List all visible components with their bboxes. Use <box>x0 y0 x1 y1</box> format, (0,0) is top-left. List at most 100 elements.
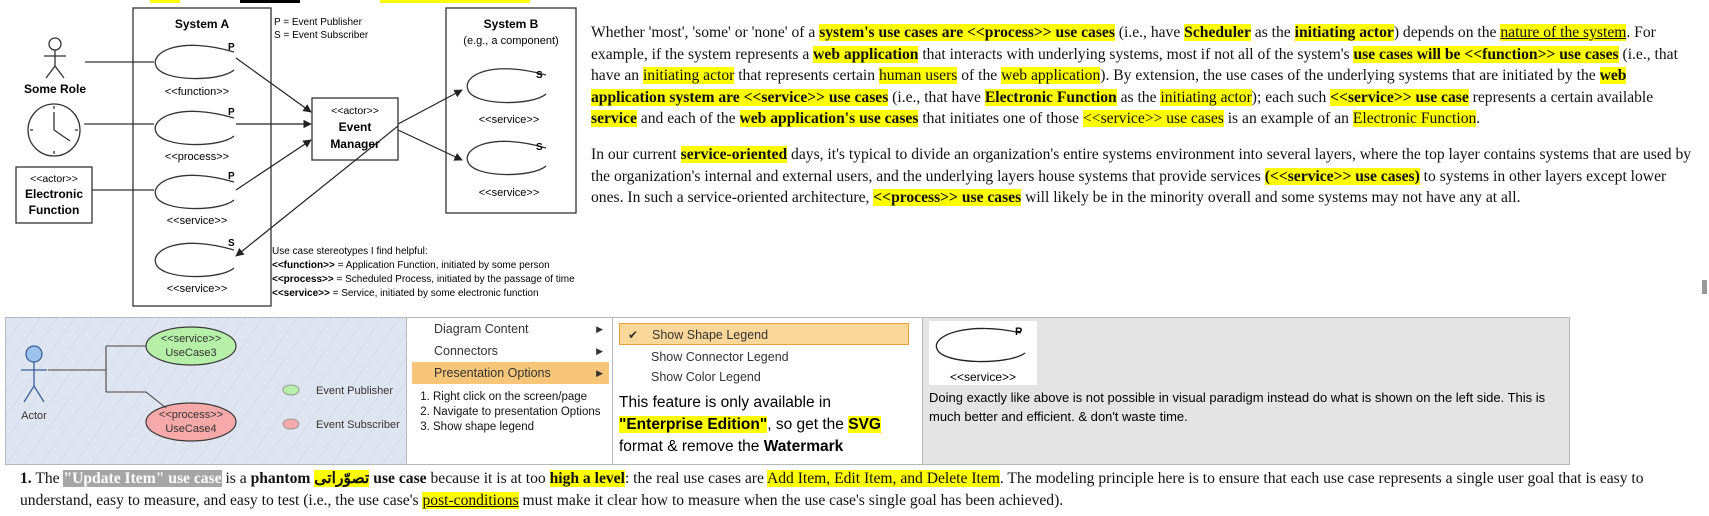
text-segment: post-conditions <box>422 491 519 509</box>
step-2: Navigate to presentation Options <box>433 405 601 420</box>
use-case-process <box>154 110 235 146</box>
bottom-note: 1. The "Update Item" use case is a phant… <box>20 468 1690 511</box>
text-segment: تصوّراتی <box>314 470 370 487</box>
text-segment: and each of the <box>636 110 740 128</box>
menu-presentation-options-label: Presentation Options <box>434 366 551 380</box>
text-segment: nature of the system <box>1500 24 1627 41</box>
actor-connectors <box>84 61 154 191</box>
system-b-use-case-1 <box>466 68 547 104</box>
text-segment: is a <box>221 470 251 487</box>
note-function: <<function>> = Application Function, ini… <box>272 260 550 271</box>
text-segment: that represents certain <box>734 67 879 85</box>
option-show-color-legend[interactable]: Show Color Legend <box>619 366 909 388</box>
text-segment: use case <box>369 470 427 487</box>
text-segment: ) depends on the <box>1393 24 1501 41</box>
vp-process-stereo: <<process>> <box>159 409 223 421</box>
event-manager-line1: Event <box>339 120 372 134</box>
enterprise-feature-note: This feature is only available in "Enter… <box>619 392 919 458</box>
text-segment: In our current <box>591 145 681 163</box>
text-segment: : the real use cases are <box>624 470 767 487</box>
text-segment: initiating actor <box>1294 24 1394 41</box>
use-case-function-label: <<function>> <box>165 86 229 98</box>
bottom-note-text: The "Update Item" use case is a phantom … <box>20 470 1644 509</box>
text-segment: human users <box>878 67 958 85</box>
text-segment: Add Item, Edit Item, and Delete Item <box>766 470 1000 487</box>
text-segment: (i.e., that have <box>888 88 985 106</box>
text-segment: "Enterprise Edition" <box>619 416 768 433</box>
system-b-use-case-2 <box>466 140 547 176</box>
system-b-subtitle: (e.g., a component) <box>463 35 558 47</box>
legend-p: P = Event Publisher <box>274 17 363 28</box>
service-shape-stereo: <<service>> <box>950 370 1016 384</box>
text-segment: service <box>591 110 637 128</box>
use-case-diagram: System A P = Event Publisher S = Event S… <box>15 7 577 307</box>
use-case-service-1 <box>154 174 235 210</box>
menu-diagram-content-label: Diagram Content <box>434 322 529 336</box>
step-3: Show shape legend <box>433 420 601 435</box>
context-menu-panel: Diagram Content ▶ Connectors ▶ Presentatio… <box>407 318 613 464</box>
legend-options-panel: ✔ Show Shape Legend Show Connector Legend… <box>613 318 923 464</box>
option-show-connector-legend[interactable]: Show Connector Legend <box>619 346 909 368</box>
marker-s-2: S <box>536 70 543 81</box>
event-manager-line2: Manager <box>330 137 380 151</box>
paragraph-2: In our current service-oriented days, it… <box>591 144 1696 209</box>
screenshot-strip: Actor <<service>> UseCase3 <<process>> U… <box>5 317 1570 465</box>
text-segment: Electronic Function <box>984 88 1117 106</box>
checkmark-icon: ✔ <box>628 328 639 342</box>
text-segment: web application <box>1001 67 1101 85</box>
bottom-note-number: 1. <box>20 470 32 487</box>
vp-process-name: UseCase4 <box>165 423 216 435</box>
electronic-function-line1: Electronic <box>25 187 83 201</box>
text-segment: Electronic Function <box>1352 110 1477 128</box>
menu-diagram-content[interactable]: Diagram Content ▶ <box>412 318 609 340</box>
text-segment: SVG <box>848 416 881 433</box>
text-segment: , so get the <box>767 416 849 433</box>
option-show-shape-legend[interactable]: ✔ Show Shape Legend <box>619 323 909 345</box>
service-shape-panel: P <<service>> Doing exactly like above i… <box>923 318 1569 464</box>
marker-p-2: P <box>228 107 235 118</box>
legend-publisher-label: Event Publisher <box>316 385 393 397</box>
visual-paradigm-example-panel: Actor <<service>> UseCase3 <<process>> U… <box>6 318 407 464</box>
legend-subscriber-swatch <box>282 418 300 430</box>
clock-icon <box>27 103 81 157</box>
text-segment: web application's use cases <box>739 110 919 128</box>
text-segment: must make it clear how to measure when t… <box>518 491 1064 509</box>
text-segment: as the <box>1250 24 1295 41</box>
use-case-function <box>154 44 235 80</box>
text-segment: Whether 'most', 'some' or 'none' of a <box>591 24 820 41</box>
use-case-process-label: <<process>> <box>165 151 229 163</box>
text-segment: that initiates one of those <box>918 110 1083 128</box>
some-role-actor-icon <box>44 37 66 79</box>
use-case-service-1-label: <<service>> <box>167 215 228 227</box>
note-service: <<service>> = Service, initiated by some… <box>272 288 539 299</box>
option-label: Show Connector Legend <box>651 350 789 364</box>
legend-s: S = Event Subscriber <box>274 30 369 41</box>
paragraph-1: Whether 'most', 'some' or 'none' of a sy… <box>591 22 1696 130</box>
marker-p-3: P <box>228 171 235 182</box>
vp-diagram: Actor <<service>> UseCase3 <<process>> U… <box>6 318 406 464</box>
text-segment: represents a certain available <box>1468 88 1654 106</box>
system-a-title: System A <box>175 17 230 31</box>
option-label: Show Color Legend <box>651 370 761 384</box>
text-segment: phantom <box>250 470 311 487</box>
scrollbar-thumb[interactable] <box>1702 280 1707 294</box>
service-shape-preview: P <<service>> <box>929 321 1037 385</box>
text-segment: Watermark <box>763 438 844 455</box>
marker-s-3: S <box>536 142 543 153</box>
text-segment: The <box>31 470 64 487</box>
text-segment: as the <box>1116 88 1161 106</box>
legend-subscriber-label: Event Subscriber <box>316 419 400 431</box>
text-segment: format & remove the <box>619 438 764 455</box>
text-segment: initiating actor <box>642 67 735 85</box>
text-segment: <<service>> use case <box>1330 88 1469 106</box>
text-segment: <<service>> use cases <box>1083 110 1224 128</box>
submenu-arrow-icon: ▶ <box>596 346 603 356</box>
text-segment: This feature is only available in <box>619 394 831 411</box>
electronic-function-stereotype: <<actor>> <box>30 173 78 185</box>
menu-presentation-options[interactable]: Presentation Options ▶ <box>412 362 609 384</box>
system-b-title: System B <box>484 17 539 31</box>
text-segment: service-oriented <box>680 145 788 163</box>
system-b-use-case-1-label: <<service>> <box>479 114 540 126</box>
electronic-function-line2: Function <box>29 203 80 217</box>
menu-connectors[interactable]: Connectors ▶ <box>412 340 609 362</box>
